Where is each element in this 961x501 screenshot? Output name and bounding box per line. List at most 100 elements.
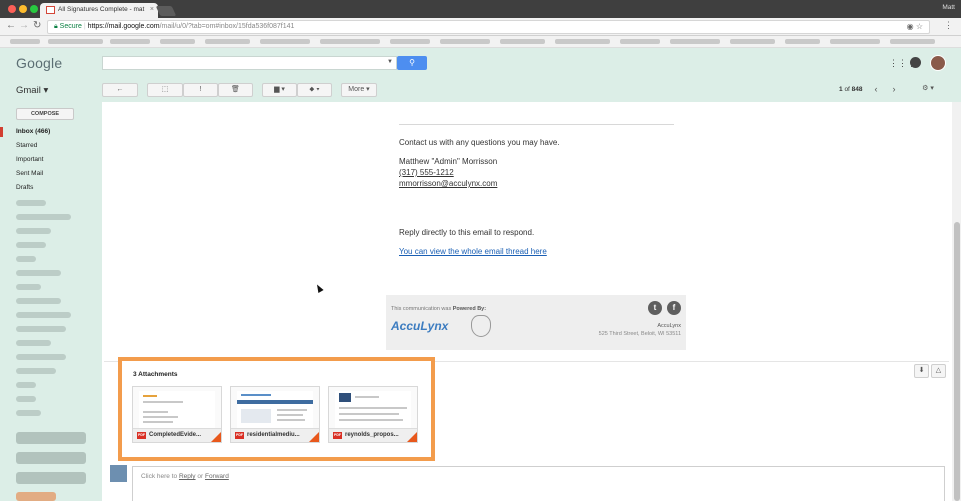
newer-button[interactable]: ‹ <box>868 83 884 97</box>
blurred-label[interactable] <box>16 214 71 220</box>
delete-button[interactable]: 🗑 <box>218 83 253 97</box>
attachment-preview <box>335 391 411 431</box>
blurred-label[interactable] <box>16 256 36 262</box>
bookmark-item[interactable] <box>555 39 610 44</box>
blurred-label[interactable] <box>16 270 61 276</box>
bookmark-item[interactable] <box>205 39 250 44</box>
bookmark-item[interactable] <box>730 39 775 44</box>
email-link[interactable]: mmorrisson@acculynx.com <box>399 179 497 188</box>
maximize-window-button[interactable] <box>30 5 38 13</box>
sidebar-item-drafts[interactable]: Drafts <box>16 184 33 191</box>
blurred-label[interactable] <box>16 396 36 402</box>
attachment-card[interactable]: PDF CompletedEvide... <box>132 386 222 443</box>
blurred-chat-item[interactable] <box>16 472 86 484</box>
blurred-label[interactable] <box>16 312 71 318</box>
arrow-left-icon: ← <box>116 86 124 93</box>
scrollbar-thumb[interactable] <box>954 222 960 501</box>
bookmark-item[interactable] <box>890 39 935 44</box>
bookmark-item[interactable] <box>830 39 880 44</box>
attachment-corner <box>407 432 417 442</box>
acculynx-logo[interactable]: AccuLynx <box>391 319 448 333</box>
blurred-label[interactable] <box>16 368 56 374</box>
profile-name[interactable]: Matt <box>942 4 955 11</box>
search-options-icon[interactable]: ▼ <box>387 59 393 65</box>
blurred-label[interactable] <box>16 284 41 290</box>
phone-link[interactable]: (317) 555-1212 <box>399 168 454 177</box>
move-to-button[interactable]: ▆ ▾ <box>262 83 297 97</box>
new-tab-button[interactable] <box>155 6 177 16</box>
url-input[interactable]: 🔒︎ Secure | https://mail.google.com/mail… <box>47 20 930 34</box>
settings-button[interactable]: ⚙ ▾ <box>914 83 942 97</box>
sidebar-item-starred[interactable]: Starred <box>16 142 37 149</box>
sidebar-item-inbox[interactable]: Inbox (466) <box>16 128 50 135</box>
minimize-window-button[interactable] <box>19 5 27 13</box>
search-icon: ⚲ <box>409 58 415 67</box>
browser-tab[interactable]: All Signatures Complete - mat × <box>40 3 158 18</box>
account-avatar[interactable] <box>930 55 946 71</box>
bookmark-item[interactable] <box>500 39 545 44</box>
sidebar-item-sent-mail[interactable]: Sent Mail <box>16 170 43 177</box>
back-icon[interactable]: ← <box>6 20 16 31</box>
reply-link[interactable]: Reply <box>179 473 196 480</box>
labels-button[interactable]: ⬥ ▾ <box>297 83 332 97</box>
attachment-card[interactable]: PDF residentialmediu... <box>230 386 320 443</box>
attachment-name: reynolds_propos... <box>345 432 399 438</box>
gmail-app-menu[interactable]: Gmail ▾ <box>16 85 48 96</box>
company-name: AccuLynx <box>657 323 681 329</box>
tab-close-icon[interactable]: × <box>150 6 154 13</box>
older-button[interactable]: › <box>886 83 902 97</box>
blurred-label[interactable] <box>16 200 46 206</box>
facebook-icon[interactable]: f <box>667 301 681 315</box>
bookmark-item[interactable] <box>390 39 430 44</box>
pagination-count: 1 of 848 <box>839 86 863 93</box>
blurred-label[interactable] <box>16 298 61 304</box>
back-to-inbox-button[interactable]: ← <box>102 83 138 97</box>
save-to-drive-button[interactable]: △ <box>931 364 946 378</box>
notifications-icon[interactable] <box>910 57 921 68</box>
blurred-chat-item[interactable] <box>16 432 86 444</box>
url-host: https://mail.google.com <box>87 23 160 30</box>
blurred-chat-item[interactable] <box>16 492 56 501</box>
blurred-label[interactable] <box>16 228 51 234</box>
reply-prompt: Click here to Reply or Forward <box>141 473 229 480</box>
bookmark-star-icon[interactable]: ◉ ☆ <box>907 22 923 31</box>
bookmark-item[interactable] <box>160 39 195 44</box>
reload-icon[interactable]: ↻ <box>33 20 41 31</box>
search-input[interactable]: ▼ <box>102 56 397 70</box>
download-all-button[interactable]: ⬇ <box>914 364 929 378</box>
close-window-button[interactable] <box>8 5 16 13</box>
bookmark-item[interactable] <box>110 39 150 44</box>
browser-menu-icon[interactable]: ⋮ <box>944 20 953 31</box>
bookmark-item[interactable] <box>260 39 310 44</box>
bookmark-item[interactable] <box>48 39 103 44</box>
bookmark-item[interactable] <box>620 39 660 44</box>
blurred-label[interactable] <box>16 340 51 346</box>
twitter-icon[interactable]: t <box>648 301 662 315</box>
bookmark-item[interactable] <box>10 39 40 44</box>
forward-link[interactable]: Forward <box>205 473 229 480</box>
blurred-label[interactable] <box>16 410 41 416</box>
bookmark-item[interactable] <box>320 39 380 44</box>
label-icon: ⬥ ▾ <box>309 86 320 93</box>
blurred-chat-item[interactable] <box>16 452 86 464</box>
bookmark-item[interactable] <box>440 39 490 44</box>
bookmark-item[interactable] <box>785 39 820 44</box>
reply-box[interactable]: Click here to Reply or Forward <box>132 466 945 501</box>
bookmark-item[interactable] <box>670 39 720 44</box>
sidebar-item-important[interactable]: Important <box>16 156 43 163</box>
report-spam-button[interactable]: ! <box>183 83 218 97</box>
search-button[interactable]: ⚲ <box>397 56 427 70</box>
compose-button[interactable]: COMPOSE <box>16 108 74 120</box>
blurred-label[interactable] <box>16 354 66 360</box>
forward-icon[interactable]: → <box>19 20 29 31</box>
blurred-label[interactable] <box>16 382 36 388</box>
blurred-label[interactable] <box>16 326 66 332</box>
more-button[interactable]: More ▾ <box>341 83 377 97</box>
archive-button[interactable]: ⬚ <box>147 83 183 97</box>
attachment-card[interactable]: PDF reynolds_propos... <box>328 386 418 443</box>
thread-link[interactable]: You can view the whole email thread here <box>399 247 547 256</box>
blurred-label[interactable] <box>16 242 46 248</box>
preview-line <box>143 395 157 397</box>
email-footer: This communication was Powered By: AccuL… <box>386 295 686 350</box>
google-logo[interactable]: Google <box>16 55 62 71</box>
